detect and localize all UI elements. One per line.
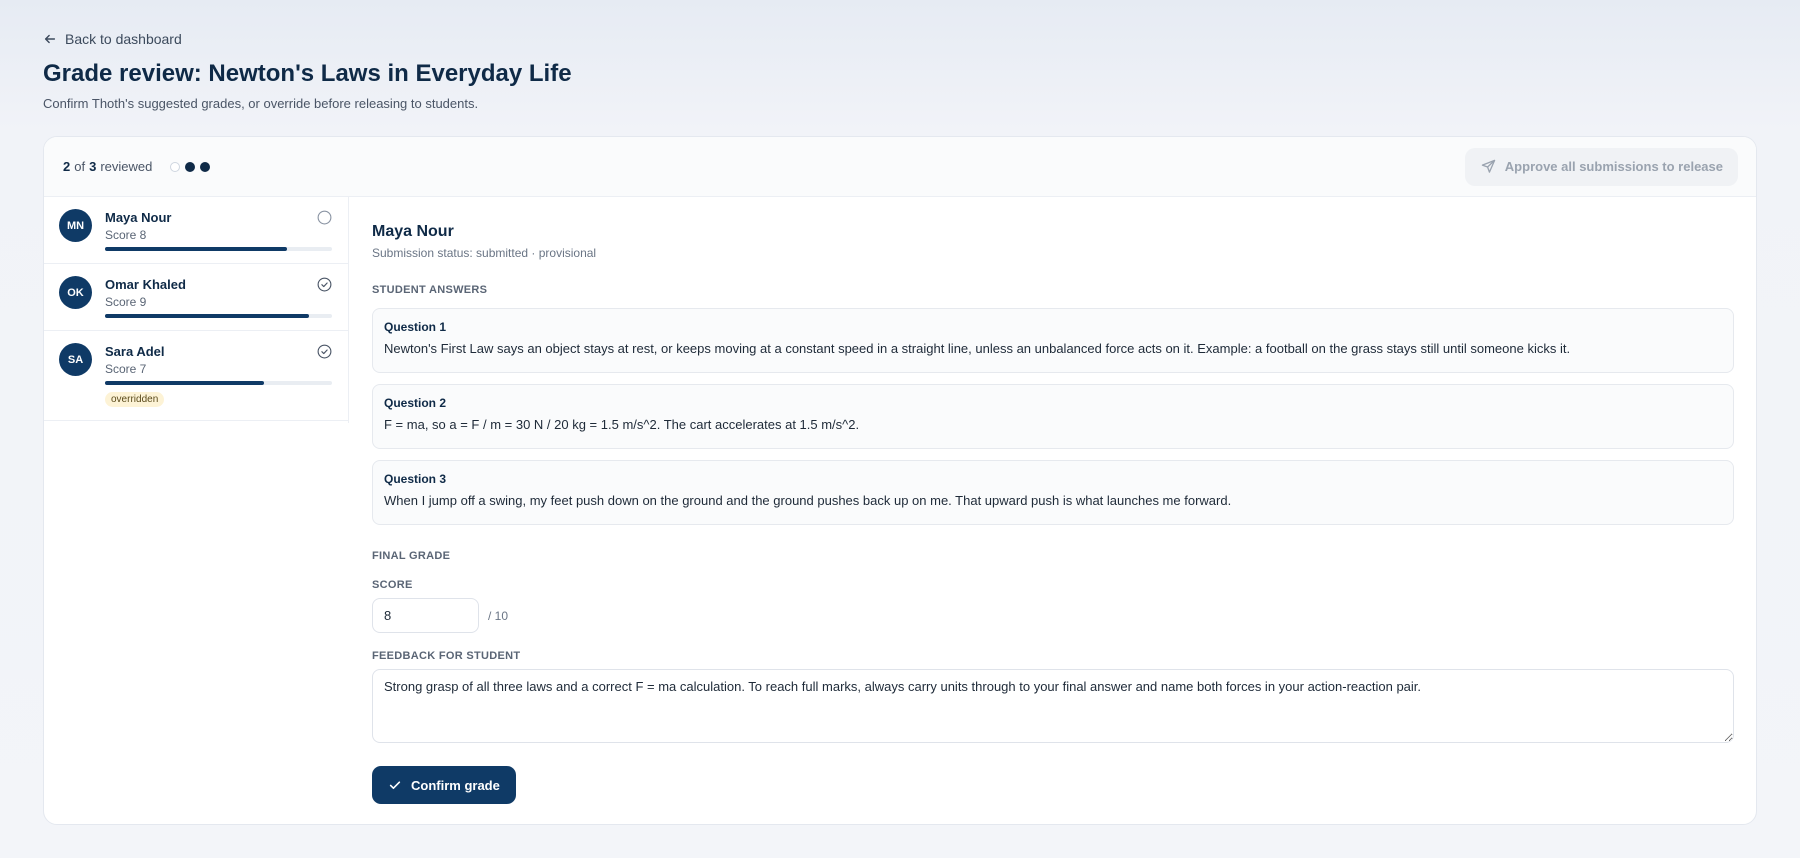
score-bar-fill <box>105 314 310 318</box>
submission-status: Submission status: submitted · provision… <box>372 246 597 260</box>
confirm-grade-button[interactable]: Confirm grade <box>372 766 516 804</box>
back-link-label: Back to dashboard <box>65 31 182 47</box>
question-title: Question 1 <box>384 320 447 334</box>
final-grade-heading: FINAL GRADE <box>372 550 451 562</box>
student-score: Score 8 <box>105 228 147 242</box>
question-title: Question 3 <box>384 472 447 486</box>
page-subtitle: Confirm Thoth's suggested grades, or ove… <box>43 96 479 111</box>
grade-review-card: 2 of 3 reviewed Approve all submissions … <box>43 136 1757 825</box>
score-input[interactable] <box>372 598 479 633</box>
answer-card: Question 1 Newton's First Law says an ob… <box>372 308 1734 373</box>
progress-dot-1 <box>170 161 181 172</box>
progress-dot-2 <box>185 161 196 172</box>
score-label: SCORE <box>372 579 413 591</box>
student-item-omar-khaled[interactable]: OK Omar Khaled Score 9 <box>44 264 348 331</box>
review-progress: 2 of 3 reviewed <box>63 159 211 174</box>
score-bar-fill <box>105 247 287 251</box>
avatar: MN <box>59 209 92 242</box>
back-to-dashboard-link[interactable]: Back to dashboard <box>43 31 182 47</box>
arrow-left-icon <box>44 34 56 44</box>
check-icon <box>389 781 401 790</box>
pending-circle-icon <box>317 210 332 225</box>
overridden-badge: overridden <box>105 392 165 407</box>
confirm-grade-label: Confirm grade <box>411 777 500 793</box>
student-list: MN Maya Nour Score 8 OK Omar Khaled Scor… <box>44 197 349 423</box>
student-item-maya-nour[interactable]: MN Maya Nour Score 8 <box>44 197 348 264</box>
feedback-label: FEEDBACK FOR STUDENT <box>372 650 521 662</box>
student-name: Sara Adel <box>105 344 165 359</box>
submission-detail: Maya Nour Submission status: submitted ·… <box>349 197 1756 824</box>
student-name: Maya Nour <box>105 210 172 225</box>
approve-all-label: Approve all submissions to release <box>1504 159 1723 174</box>
approve-all-button[interactable]: Approve all submissions to release <box>1464 147 1738 186</box>
check-circle-icon <box>317 277 332 292</box>
progress-suffix: reviewed <box>100 159 153 174</box>
score-bar <box>105 314 332 318</box>
student-name: Omar Khaled <box>105 277 186 292</box>
student-score: Score 7 <box>105 362 147 376</box>
answer-card: Question 2 F = ma, so a = F / m = 30 N /… <box>372 384 1734 449</box>
send-icon <box>1481 159 1496 173</box>
answer-card: Question 3 When I jump off a swing, my f… <box>372 460 1734 525</box>
answer-text: F = ma, so a = F / m = 30 N / 20 kg = 1.… <box>384 417 860 432</box>
student-answers-heading: STUDENT ANSWERS <box>372 284 488 296</box>
feedback-textarea[interactable]: Strong grasp of all three laws and a cor… <box>372 669 1734 743</box>
progress-dot-3 <box>200 161 211 172</box>
check-circle-icon <box>317 344 332 359</box>
score-bar-fill <box>105 381 264 385</box>
card-header: 2 of 3 reviewed Approve all submissions … <box>44 137 1756 197</box>
selected-student-name: Maya Nour <box>372 223 454 240</box>
progress-dots <box>170 161 211 172</box>
score-bar <box>105 381 332 385</box>
answer-text: When I jump off a swing, my feet push do… <box>384 493 1232 508</box>
student-score: Score 9 <box>105 295 147 309</box>
total-count: 3 <box>89 159 97 174</box>
score-max: / 10 <box>488 608 509 623</box>
avatar: SA <box>59 343 92 376</box>
answer-text: Newton's First Law says an object stays … <box>384 341 1571 356</box>
reviewed-count: 2 <box>63 159 71 174</box>
progress-of: of <box>74 159 86 174</box>
question-title: Question 2 <box>384 396 447 410</box>
student-item-sara-adel[interactable]: SA Sara Adel Score 7 overridden <box>44 331 348 421</box>
page-title: Grade review: Newton's Laws in Everyday … <box>43 60 572 87</box>
avatar: OK <box>59 276 92 309</box>
score-bar <box>105 247 332 251</box>
